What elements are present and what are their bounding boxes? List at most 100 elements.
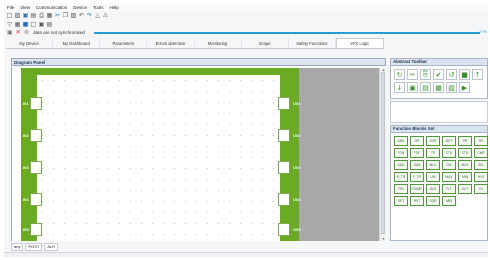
output-terminal[interactable] [278,161,290,174]
function-block-not[interactable]: NOT [442,136,456,146]
input-terminal[interactable] [30,193,42,206]
tab-errors-detection[interactable]: Errors detection [147,38,195,48]
function-block-xor[interactable]: XOR [426,136,440,146]
paste-icon[interactable]: ▧ [70,12,77,19]
input-terminal[interactable] [30,223,42,236]
function-block-max[interactable]: MAX [442,172,456,182]
scroll-down-icon[interactable]: ▾ [380,237,387,241]
tab-monitoring[interactable]: Monitoring [195,38,242,48]
tool-button-icon[interactable]: ▧ [446,82,457,93]
filter-icon[interactable]: ▽ [6,21,13,28]
function-block-tp[interactable]: TP [426,148,440,158]
disconnect-icon[interactable]: ✕ [16,29,21,36]
output-terminal[interactable] [278,97,290,110]
tool-button-icon[interactable]: ↻ [394,69,405,80]
function-block-div[interactable]: DIV [442,160,456,170]
function-block-mux[interactable]: MUX [458,160,472,170]
scrollbar-thumb[interactable] [381,72,385,234]
function-block-avg[interactable]: AVG [426,184,440,194]
print-preview-icon[interactable]: ▦ [46,12,53,19]
tool-button-icon[interactable]: ▤ [420,82,431,93]
layout-icon[interactable]: ▣ [38,21,45,28]
function-block-sel[interactable]: SEL [474,160,488,170]
grid-icon[interactable]: ▦ [14,21,21,28]
function-block-lim[interactable]: LIM [426,172,440,182]
function-block-out[interactable]: OUT [458,184,472,194]
function-block-tof[interactable]: TOF [410,148,424,158]
tool-button-icon[interactable]: ■ [459,69,470,80]
output-terminal[interactable] [278,193,290,206]
copy-icon[interactable]: ❐ [62,12,69,19]
function-block-ctd[interactable]: CTD [458,148,472,158]
redo-icon[interactable]: ↷ [86,12,93,19]
function-block-f-tr[interactable]: F_TR [410,172,424,182]
function-block-or[interactable]: OR [410,136,424,146]
undo-icon[interactable]: ↶ [78,12,85,19]
tool-button-icon[interactable]: ▣ [407,82,418,93]
function-block-r-tr[interactable]: R_TR [394,172,408,182]
function-block-ctu[interactable]: CTU [442,148,456,158]
function-block-add[interactable]: ADD [394,160,408,170]
function-block-mul[interactable]: MUL [426,160,440,170]
monitor-icon[interactable]: ■ [22,21,29,28]
tool-button-icon[interactable]: ↺ [446,69,457,80]
menu-help[interactable]: Help [110,5,119,10]
function-block-ton[interactable]: TON [394,148,408,158]
device-icon[interactable]: ▣ [7,29,13,36]
function-block-min[interactable]: MIN [458,172,472,182]
new-icon[interactable]: □ [6,12,13,19]
cut-icon[interactable]: ✂ [54,12,61,19]
function-block-sub[interactable]: SUB [410,160,424,170]
menu-file[interactable]: File [7,5,14,10]
function-block-ramp[interactable]: RAMP [410,184,424,194]
tool-button-icon[interactable]: ↓ [394,82,405,93]
vertical-scrollbar[interactable]: ▴ ▾ [379,68,386,241]
function-block-abs[interactable]: ABS [442,196,456,206]
save-icon[interactable]: ▣ [22,12,29,19]
tab-scope[interactable]: Scope [242,38,289,48]
bottom-tab-any[interactable]: any [11,243,24,251]
tab-my-device[interactable]: My Device [6,38,54,48]
tool-button-icon[interactable]: ▦ [433,82,444,93]
save-as-icon[interactable]: ▤ [30,12,37,19]
function-block-sr[interactable]: SR [458,136,472,146]
chart-icon[interactable]: ▤ [46,21,53,28]
menu-device[interactable]: Device [73,5,87,10]
logic-workspace[interactable] [37,75,280,241]
function-block-flt[interactable]: FLT [442,184,456,194]
function-block-hys[interactable]: HYS [474,172,488,182]
output-terminal[interactable] [278,223,290,236]
open-icon[interactable]: ▨ [14,12,21,19]
input-terminal[interactable] [30,129,42,142]
function-block-sqr[interactable]: SQR [426,196,440,206]
input-terminal[interactable] [30,161,42,174]
function-block-cmp[interactable]: CMP [474,148,488,158]
print-icon[interactable]: ⎙ [38,12,45,19]
input-terminal[interactable] [30,97,42,110]
diagram-canvas[interactable]: ▴ ▾ I01 I02 I03 I04 I05 O01 O02 O03 O04 O05 [11,67,386,241]
tool-button-icon[interactable]: ▶ [459,82,470,93]
tool-button-icon[interactable]: ↑ [472,69,483,80]
menu-communication[interactable]: Communication [36,5,67,10]
triangle-icon[interactable]: △ [94,12,101,19]
output-terminal[interactable] [278,129,290,142]
tool-button-icon[interactable]: ⎘ [420,69,431,80]
function-block-rst[interactable]: RST [410,196,424,206]
function-block-and[interactable]: AND [394,136,408,146]
tab-my-dashboard[interactable]: My Dashboard [53,38,101,48]
tool-button-icon[interactable]: ✂ [407,69,418,80]
tab-parameters[interactable]: Parameters [100,38,148,48]
function-block-in[interactable]: IN [474,184,488,194]
window-icon[interactable]: □ [30,21,37,28]
function-block-rs[interactable]: RS [474,136,488,146]
bottom-tab-post[interactable]: POST [25,243,43,251]
function-block-set[interactable]: SET [394,196,408,206]
tab-safety-functions[interactable]: Safety Functions [289,38,336,48]
tool-button-icon[interactable]: ✔ [433,69,444,80]
bottom-tab-alh[interactable]: ALH [44,243,59,251]
menu-view[interactable]: View [20,5,30,10]
function-block-pid[interactable]: PID [394,184,408,194]
tab-efx-logic[interactable]: eFX Logic [335,38,384,48]
warning-icon[interactable]: ⚠ [102,12,109,19]
menu-tools[interactable]: Tools [93,5,104,10]
